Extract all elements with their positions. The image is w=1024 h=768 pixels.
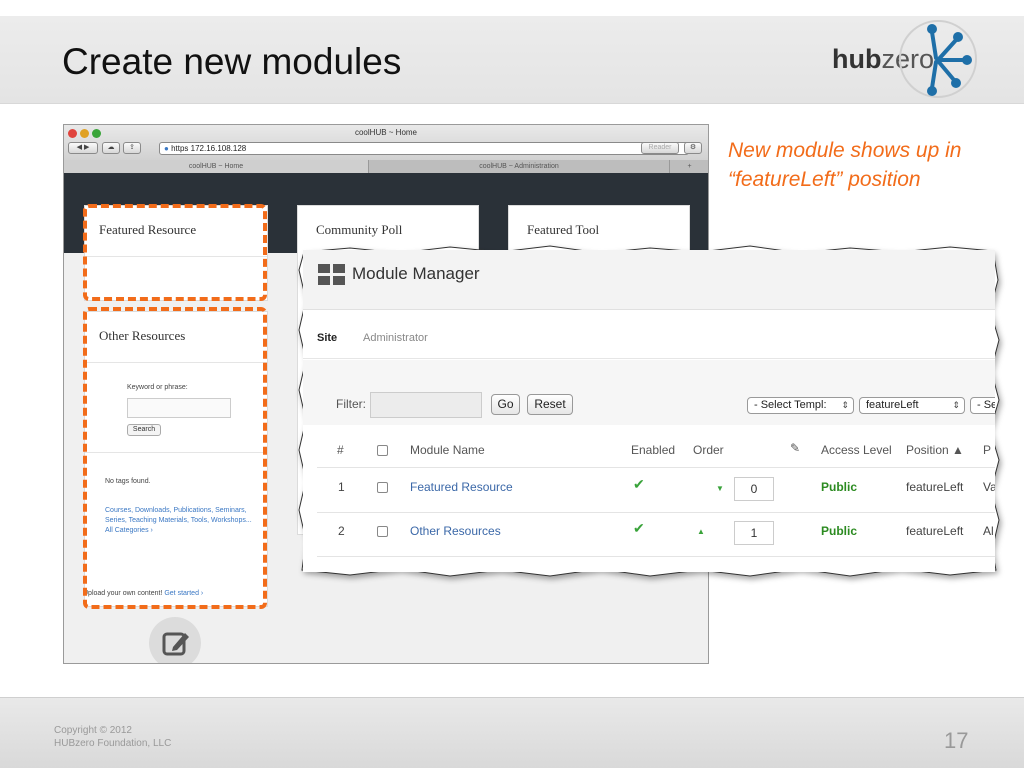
share-icon[interactable]: ⇪ bbox=[123, 142, 141, 154]
row-checkbox[interactable] bbox=[377, 526, 388, 537]
new-tab-button[interactable]: + bbox=[669, 160, 708, 173]
template-select[interactable]: - Select Templ: ⇕ bbox=[747, 397, 854, 414]
third-select-value: - Se bbox=[977, 399, 995, 411]
slide: Create new modules hubzero coolHUB ~ Hom… bbox=[0, 0, 1024, 768]
row-divider bbox=[317, 556, 995, 557]
row-number: 2 bbox=[338, 524, 345, 538]
row-number: 1 bbox=[338, 480, 345, 494]
panel-title-community-poll: Community Poll bbox=[316, 222, 403, 237]
hubzero-logo-icon bbox=[899, 20, 977, 98]
go-button[interactable]: Go bbox=[491, 394, 520, 415]
col-header-access-level[interactable]: Access Level bbox=[821, 443, 892, 457]
module-manager-title: Module Manager bbox=[352, 264, 480, 283]
settings-gear-icon[interactable]: ⚙ bbox=[684, 142, 702, 154]
callout-annotation: New module shows up in “featureLeft” pos… bbox=[728, 139, 962, 191]
row-checkbox[interactable] bbox=[377, 482, 388, 493]
third-select[interactable]: - Se bbox=[970, 397, 995, 414]
select-arrow-icon: ⇕ bbox=[952, 400, 960, 410]
col-header-order[interactable]: Order bbox=[693, 443, 724, 457]
url-bar[interactable]: ● https 172.16.108.128 bbox=[159, 142, 689, 155]
tab-administration[interactable]: coolHUB ~ Administration bbox=[369, 160, 669, 173]
copyright-line-1: Copyright © 2012 bbox=[54, 725, 132, 736]
browser-toolbar: coolHUB ~ Home ◀ ▶ ☁ ⇪ ● https 172.16.10… bbox=[64, 125, 708, 173]
window-title: coolHUB ~ Home bbox=[354, 128, 418, 137]
position-value: featureLeft bbox=[906, 524, 964, 538]
reset-button[interactable]: Reset bbox=[527, 394, 573, 415]
truncated-value: Al bbox=[983, 524, 994, 538]
highlight-other-resources bbox=[83, 307, 267, 609]
order-input[interactable]: 0 bbox=[734, 477, 774, 501]
filter-label: Filter: bbox=[336, 397, 366, 411]
slide-footer: Copyright © 2012 HUBzero Foundation, LLC… bbox=[0, 697, 1024, 768]
order-input[interactable]: 1 bbox=[734, 521, 774, 545]
col-header-enabled[interactable]: Enabled bbox=[631, 443, 675, 457]
module-name-link[interactable]: Other Resources bbox=[410, 524, 501, 538]
module-grid-icon bbox=[318, 264, 345, 285]
edit-icon[interactable] bbox=[149, 617, 201, 663]
copyright-line-2: HUBzero Foundation, LLC bbox=[54, 738, 172, 749]
truncated-value: Va bbox=[983, 480, 995, 494]
select-arrow-icon: ⇕ bbox=[841, 400, 849, 410]
copyright-text: Copyright © 2012 HUBzero Foundation, LLC bbox=[54, 724, 171, 750]
col-header-number: # bbox=[337, 443, 344, 457]
enabled-check-icon[interactable]: ✔ bbox=[633, 476, 645, 493]
checkin-lock-icon: ✎ bbox=[790, 441, 801, 455]
order-down-arrow-icon[interactable]: ▼ bbox=[716, 484, 724, 493]
url-text: https 172.16.108.128 bbox=[171, 144, 247, 153]
slide-title: Create new modules bbox=[62, 41, 402, 82]
col-header-module-name[interactable]: Module Name bbox=[410, 443, 485, 457]
position-value: featureLeft bbox=[906, 480, 964, 494]
row-divider bbox=[317, 467, 995, 468]
tab-site[interactable]: Site bbox=[317, 332, 337, 344]
filter-bar: Filter: Go Reset - Select Templ: ⇕ featur… bbox=[303, 360, 995, 425]
tab-administrator[interactable]: Administrator bbox=[363, 332, 428, 344]
row-divider bbox=[317, 512, 995, 513]
select-all-checkbox[interactable] bbox=[377, 445, 388, 456]
module-manager-header: Module Manager bbox=[303, 250, 995, 310]
tab-home[interactable]: coolHUB ~ Home bbox=[64, 160, 369, 173]
col-header-position[interactable]: Position ▲ bbox=[906, 443, 964, 457]
order-up-arrow-icon[interactable]: ▲ bbox=[697, 527, 705, 536]
modules-table: # Module Name Enabled Order ✎ Access Lev… bbox=[317, 430, 995, 572]
col-header-truncated[interactable]: P bbox=[983, 443, 991, 457]
back-forward-button[interactable]: ◀ ▶ bbox=[68, 142, 98, 154]
enabled-check-icon[interactable]: ✔ bbox=[633, 520, 645, 537]
highlight-featured-resource bbox=[83, 204, 267, 301]
pencil-square-icon bbox=[162, 632, 189, 656]
module-name-link[interactable]: Featured Resource bbox=[410, 480, 513, 494]
cloud-icon[interactable]: ☁ bbox=[102, 142, 120, 154]
module-manager-panel: Module Manager Site Administrator Filter… bbox=[303, 250, 995, 572]
position-select[interactable]: featureLeft ⇕ bbox=[859, 397, 965, 414]
page-number: 17 bbox=[944, 728, 969, 753]
lock-icon: ● bbox=[164, 144, 169, 153]
access-level: Public bbox=[821, 524, 858, 538]
template-select-value: - Select Templ: bbox=[754, 399, 827, 411]
panel-title-featured-tool: Featured Tool bbox=[527, 222, 600, 237]
module-tabs: Site Administrator bbox=[303, 311, 995, 359]
reader-button[interactable]: Reader bbox=[641, 142, 679, 154]
position-select-value: featureLeft bbox=[866, 399, 919, 411]
access-level: Public bbox=[821, 480, 858, 494]
filter-input[interactable] bbox=[370, 392, 482, 418]
